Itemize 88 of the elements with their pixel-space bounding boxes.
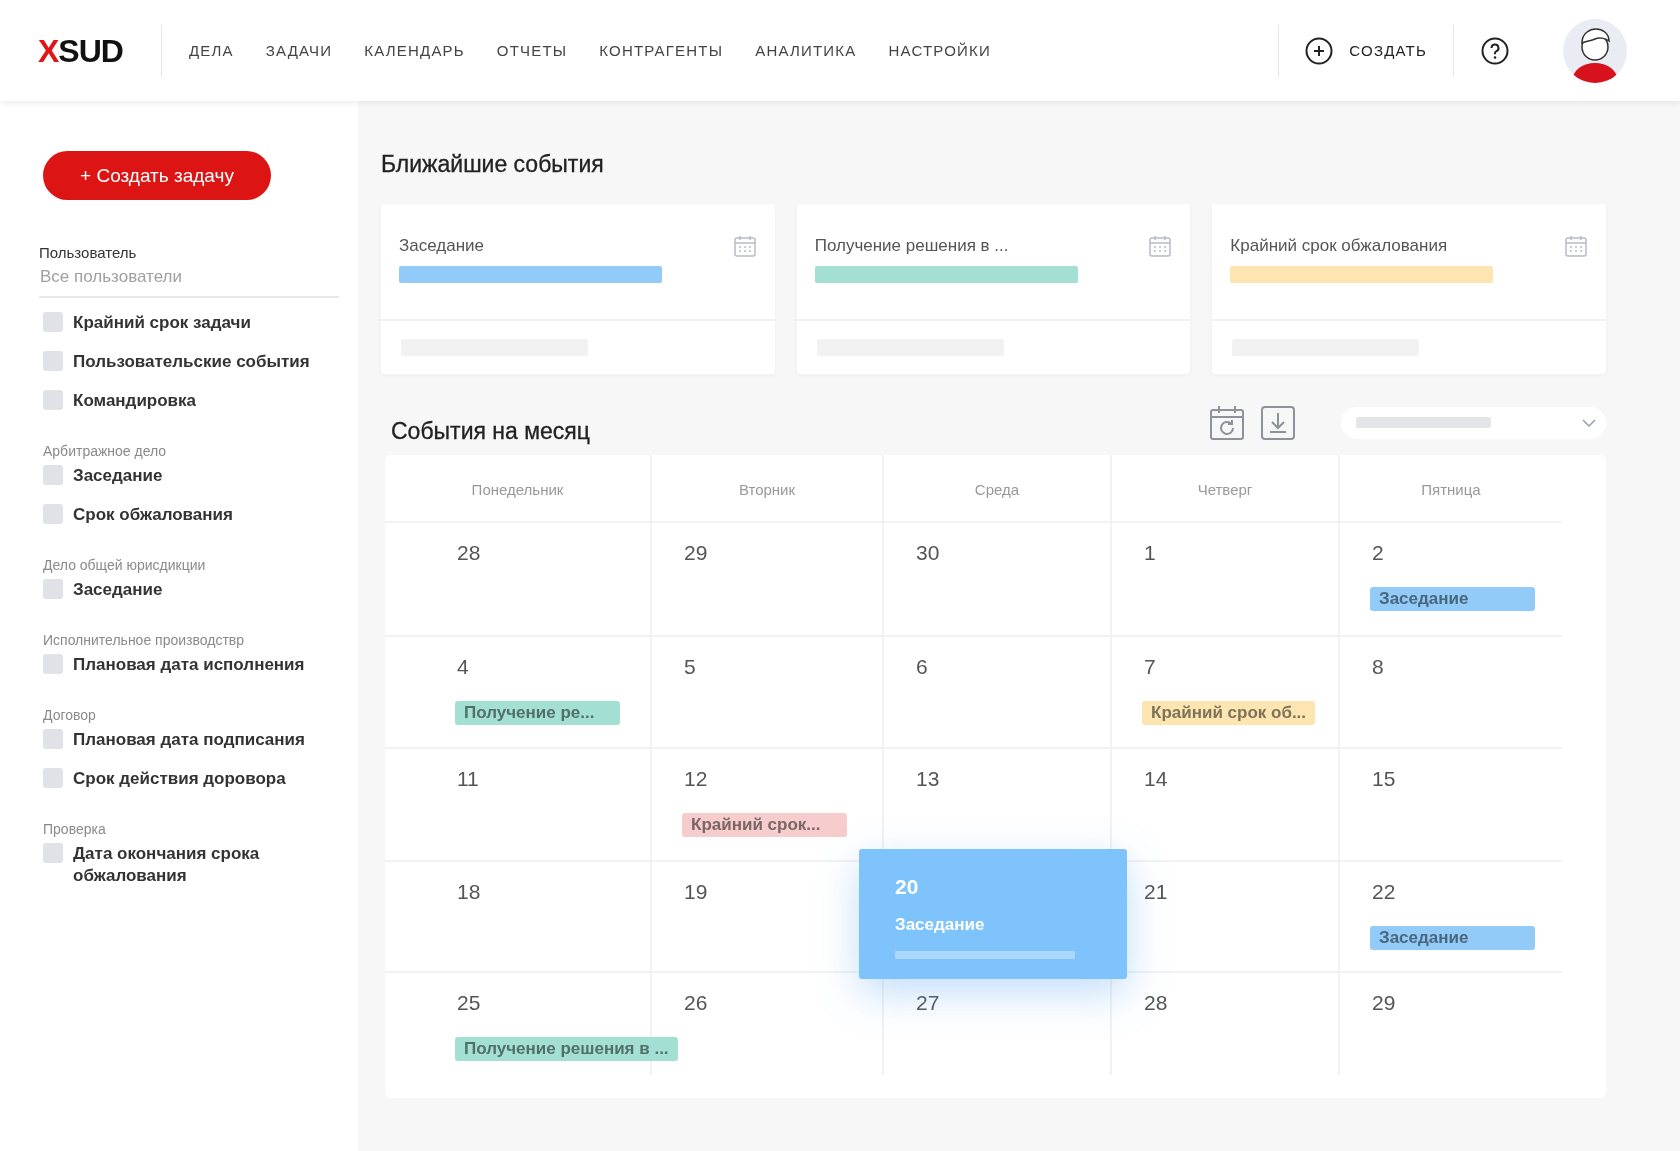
plus-circle-icon [1305, 36, 1334, 65]
calendar-icon [1564, 234, 1588, 258]
dropdown[interactable] [1341, 406, 1606, 439]
section-title: События на месяц [391, 418, 590, 445]
day-number[interactable]: 4 [457, 655, 469, 679]
group-heading: Договор [43, 707, 97, 723]
day-number[interactable]: 28 [457, 541, 481, 565]
checkbox-label: Срок действия доровора [73, 768, 286, 790]
event-title: Заседание [399, 236, 485, 256]
day-number[interactable]: 27 [916, 991, 940, 1015]
weekday-label: Пятница [1421, 480, 1481, 498]
checkbox-label: Крайний срок задачи [73, 312, 251, 334]
day-number[interactable]: 13 [916, 767, 940, 791]
event-card[interactable]: Крайний срок обжалования [1212, 204, 1606, 374]
day-number[interactable]: 25 [457, 991, 481, 1015]
day-number: 20 [895, 875, 919, 899]
calendar-refresh-icon[interactable] [1209, 404, 1245, 441]
day-number[interactable]: 21 [1144, 880, 1168, 904]
group-heading: Дело общей юрисдикции [43, 557, 207, 573]
checkbox[interactable] [43, 654, 63, 674]
group-heading: Арбитражное дело [43, 443, 168, 459]
weekday-label: Понедельник [471, 480, 564, 498]
day-number[interactable]: 28 [1144, 991, 1168, 1015]
nav-link[interactable]: АНАЛИТИКА [755, 42, 857, 59]
create-task-button[interactable]: + Создать задачу [43, 151, 271, 200]
day-number[interactable]: 18 [457, 880, 481, 904]
checkbox-label: Срок обжалования [73, 504, 233, 526]
event-tag[interactable]: Крайний срок об... [1142, 701, 1316, 725]
checkbox-label: Пользовательские события [73, 351, 310, 373]
day-number[interactable]: 2 [1372, 541, 1384, 565]
checkbox-label: Плановая дата подписания [73, 729, 305, 751]
checkbox[interactable] [43, 579, 63, 599]
checkbox[interactable] [43, 351, 63, 371]
day-number[interactable]: 11 [457, 767, 479, 791]
download-icon[interactable] [1261, 405, 1295, 440]
create-button[interactable]: СОЗДАТЬ [1278, 24, 1454, 77]
section-title: Ближайшие события [381, 151, 605, 178]
checkbox[interactable] [43, 843, 63, 863]
help-icon[interactable] [1481, 36, 1509, 65]
checkbox[interactable] [43, 465, 63, 485]
day-number[interactable]: 6 [916, 655, 928, 679]
event-title: Получение решения в ... [814, 236, 1009, 256]
event-card[interactable]: Заседание [381, 204, 775, 374]
checkbox[interactable] [43, 768, 63, 788]
day-number[interactable]: 1 [1144, 541, 1156, 565]
checkbox-label: Плановая дата исполнения [73, 654, 305, 676]
nav-link[interactable]: КОНТРАГЕНТЫ [599, 42, 724, 59]
weekday-label: Среда [974, 480, 1020, 498]
event-card[interactable]: Получение решения в ... [796, 204, 1191, 374]
event-tag[interactable]: Крайний срок... [682, 813, 847, 837]
calendar-icon [732, 234, 757, 258]
event-tag[interactable]: Получение решения в ... [455, 1037, 678, 1061]
checkbox[interactable] [43, 312, 63, 332]
nav-link[interactable]: КАЛЕНДАРЬ [364, 42, 465, 59]
day-number[interactable]: 30 [916, 541, 940, 565]
nav-link[interactable]: ОТЧЕТЫ [496, 42, 568, 59]
checkbox-label: Заседание [73, 465, 163, 487]
day-number[interactable]: 7 [1144, 655, 1156, 679]
day-number[interactable]: 29 [684, 541, 708, 565]
event-title: Крайний срок обжалования [1230, 236, 1448, 256]
logo[interactable]: XSUD [38, 24, 162, 77]
day-number[interactable]: 26 [684, 991, 708, 1015]
checkbox[interactable] [43, 504, 63, 524]
checkbox-label: Командировка [73, 390, 197, 412]
day-number[interactable]: 19 [684, 880, 708, 904]
group-heading: Проверка [43, 821, 107, 837]
field-label: Пользователь [39, 244, 138, 261]
checkbox-label: Дата окончания срока обжалования [73, 843, 261, 887]
day-number[interactable]: 12 [684, 767, 708, 791]
checkbox[interactable] [43, 729, 63, 749]
weekday-label: Вторник [738, 480, 796, 498]
group-heading: Исполнительное производствр [43, 632, 246, 648]
day-number[interactable]: 5 [684, 655, 696, 679]
day-number[interactable]: 14 [1144, 767, 1168, 791]
nav-link[interactable]: ДЕЛА [188, 42, 234, 59]
chevron-down-icon [1582, 418, 1596, 427]
day-number[interactable]: 29 [1372, 991, 1396, 1015]
day-number[interactable]: 15 [1372, 767, 1396, 791]
nav-link[interactable]: ЗАДАЧИ [265, 42, 333, 59]
nav-link[interactable]: НАСТРОЙКИ [888, 42, 991, 59]
day-number[interactable]: 22 [1372, 880, 1396, 904]
user-select-field[interactable]: Все пользователи [39, 261, 339, 298]
event-tag[interactable]: Получение ре... [455, 701, 620, 725]
day-number[interactable]: 8 [1372, 655, 1384, 679]
calendar-icon [1148, 234, 1173, 258]
checkbox-label: Заседание [73, 579, 163, 601]
checkbox[interactable] [43, 390, 63, 410]
weekday-label: Четверг [1197, 480, 1253, 498]
